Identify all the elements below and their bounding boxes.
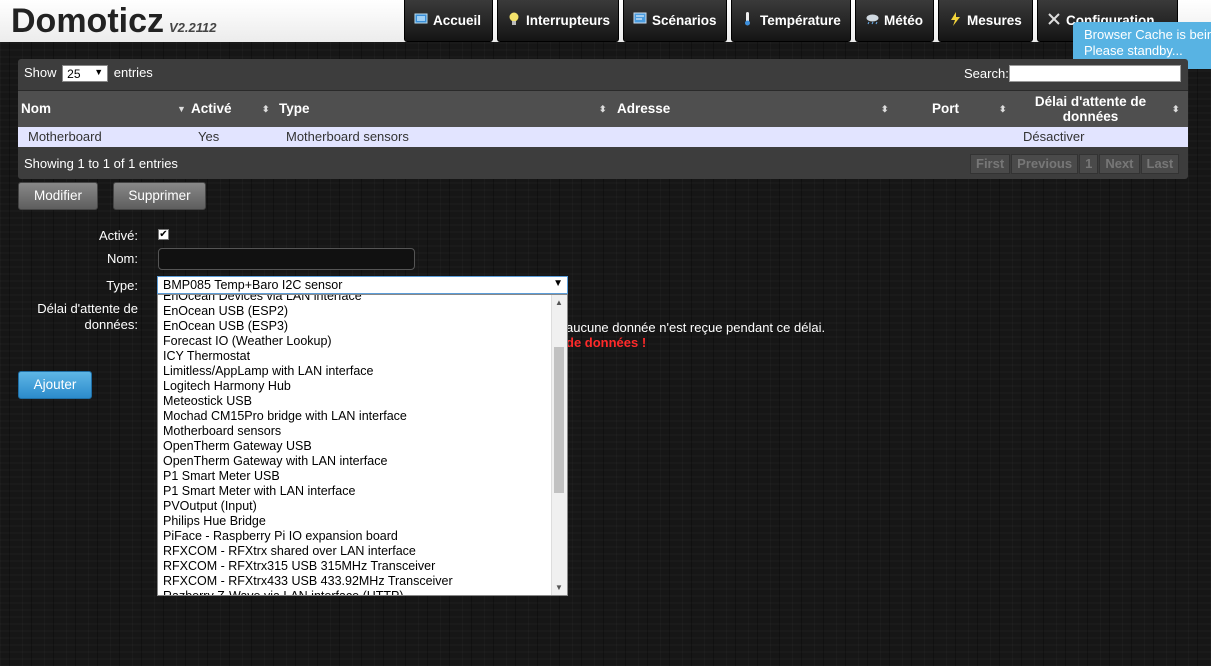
nav-temperature[interactable]: Température [731, 0, 851, 42]
table-info: Showing 1 to 1 of 1 entries [24, 156, 178, 171]
nav-interrupteurs[interactable]: Interrupteurs [497, 0, 619, 42]
modify-button[interactable]: Modifier [18, 182, 98, 210]
scenes-icon [633, 12, 647, 25]
sort-icon: ⬍ [1172, 104, 1180, 114]
timeout-warning: de données ! [566, 335, 647, 350]
dropdown-option[interactable]: EnOcean Devices via LAN interface [158, 295, 552, 304]
dropdown-option[interactable]: PiFace - Raspberry Pi IO expansion board [158, 529, 552, 544]
dropdown-option[interactable]: Limitless/AppLamp with LAN interface [158, 364, 552, 379]
thermometer-icon [741, 12, 755, 26]
page-size-select[interactable]: 25 ▼ [62, 65, 109, 83]
type-select[interactable]: BMP085 Temp+Baro I2C sensor ▼ [157, 276, 568, 294]
active-checkbox[interactable]: ✔ [158, 229, 169, 240]
scroll-down-icon[interactable]: ▼ [555, 583, 563, 592]
chevron-down-icon: ▼ [94, 67, 104, 78]
dropdown-option[interactable]: P1 Smart Meter with LAN interface [158, 484, 552, 499]
table-header: Nom ▼ Activé ⬍ Type ⬍ Adresse ⬍ Port ⬍ Délai … [18, 90, 1188, 128]
timeout-hint: aucune donnée n'est reçue pendant ce dél… [566, 320, 826, 335]
search-input[interactable] [1009, 65, 1181, 82]
pager-page-1[interactable]: 1 [1079, 154, 1099, 174]
dropdown-option[interactable]: EnOcean USB (ESP3) [158, 319, 552, 334]
dropdown-option[interactable]: EnOcean USB (ESP2) [158, 304, 552, 319]
sort-icon: ⬍ [599, 104, 607, 114]
sort-icon: ⬍ [999, 104, 1007, 114]
dropdown-option[interactable]: Forecast IO (Weather Lookup) [158, 334, 552, 349]
add-button[interactable]: Ajouter [18, 371, 92, 399]
lightbulb-icon [507, 12, 521, 25]
dropdown-option[interactable]: Meteostick USB [158, 394, 552, 409]
col-type[interactable]: Type ⬍ [279, 91, 609, 127]
sort-desc-icon: ▼ [177, 104, 186, 114]
dropdown-scrollbar[interactable]: ▲ ▼ [551, 295, 567, 595]
name-label: Nom: [106, 251, 138, 266]
nav-mesures[interactable]: Mesures [938, 0, 1033, 42]
dropdown-option[interactable]: RFXCOM - RFXtrx315 USB 315MHz Transceive… [158, 559, 552, 574]
pager-last[interactable]: Last [1140, 154, 1180, 174]
dropdown-option[interactable]: RFXCOM - RFXtrx433 USB 433.92MHz Transce… [158, 574, 552, 589]
dropdown-option[interactable]: Motherboard sensors [158, 424, 552, 439]
pagination: First Previous 1 Next Last [969, 154, 1180, 174]
sort-icon: ⬍ [881, 104, 889, 114]
page-size-control: Show 25 ▼ entries [24, 65, 153, 83]
chevron-down-icon: ▼ [553, 278, 563, 289]
type-dropdown-list[interactable]: EnOcean Devices via LAN interface EnOcean… [157, 294, 568, 596]
dropdown-option[interactable]: OpenTherm Gateway USB [158, 439, 552, 454]
nav-scenarios[interactable]: Scénarios [623, 0, 727, 42]
dropdown-option[interactable]: P1 Smart Meter USB [158, 469, 552, 484]
dropdown-option[interactable]: ICY Thermostat [158, 349, 552, 364]
timeout-label: Délai d'attente de données: [37, 301, 138, 332]
nav-accueil[interactable]: Accueil [404, 0, 493, 42]
col-delai[interactable]: Délai d'attente de données [1018, 94, 1163, 124]
dropdown-option[interactable]: Philips Hue Bridge [158, 514, 552, 529]
hardware-table-panel: Show 25 ▼ entries Search: Nom ▼ Activé ⬍ Ty… [18, 59, 1188, 179]
app-logo[interactable]: Domoticz V2.2112 [11, 2, 216, 41]
active-label: Activé: [98, 228, 138, 243]
tools-icon [1047, 12, 1061, 25]
sort-icon: ⬍ [262, 104, 270, 114]
col-active[interactable]: Activé ⬍ [191, 91, 273, 127]
weather-icon [865, 12, 879, 25]
col-nom[interactable]: Nom ▼ [21, 91, 189, 127]
col-adresse[interactable]: Adresse ⬍ [617, 91, 897, 127]
home-icon [414, 12, 428, 25]
delete-button[interactable]: Supprimer [113, 182, 206, 210]
pager-previous[interactable]: Previous [1011, 154, 1079, 174]
dropdown-option[interactable]: Logitech Harmony Hub [158, 379, 552, 394]
app-version: V2.2112 [169, 20, 217, 35]
pager-next[interactable]: Next [1099, 154, 1140, 174]
dropdown-option[interactable]: OpenTherm Gateway with LAN interface [158, 454, 552, 469]
dropdown-option[interactable]: PVOutput (Input) [158, 499, 552, 514]
dropdown-option[interactable]: RFXCOM - RFXtrx shared over LAN interfac… [158, 544, 552, 559]
nav-meteo[interactable]: Météo [855, 0, 934, 42]
search-control: Search: [964, 65, 1181, 82]
dropdown-option[interactable]: Mochad CM15Pro bridge with LAN interface [158, 409, 552, 424]
table-row[interactable]: Motherboard Yes Motherboard sensors Désa… [18, 127, 1188, 147]
scroll-thumb[interactable] [554, 347, 564, 493]
pager-first[interactable]: First [970, 154, 1011, 174]
lightning-icon [948, 12, 962, 26]
scroll-up-icon[interactable]: ▲ [555, 298, 563, 307]
name-input[interactable] [158, 248, 415, 270]
type-label: Type: [106, 278, 138, 293]
col-port[interactable]: Port ⬍ [932, 91, 1012, 127]
dropdown-option[interactable]: Razberry Z-Wave via LAN interface (HTTP) [158, 589, 552, 595]
